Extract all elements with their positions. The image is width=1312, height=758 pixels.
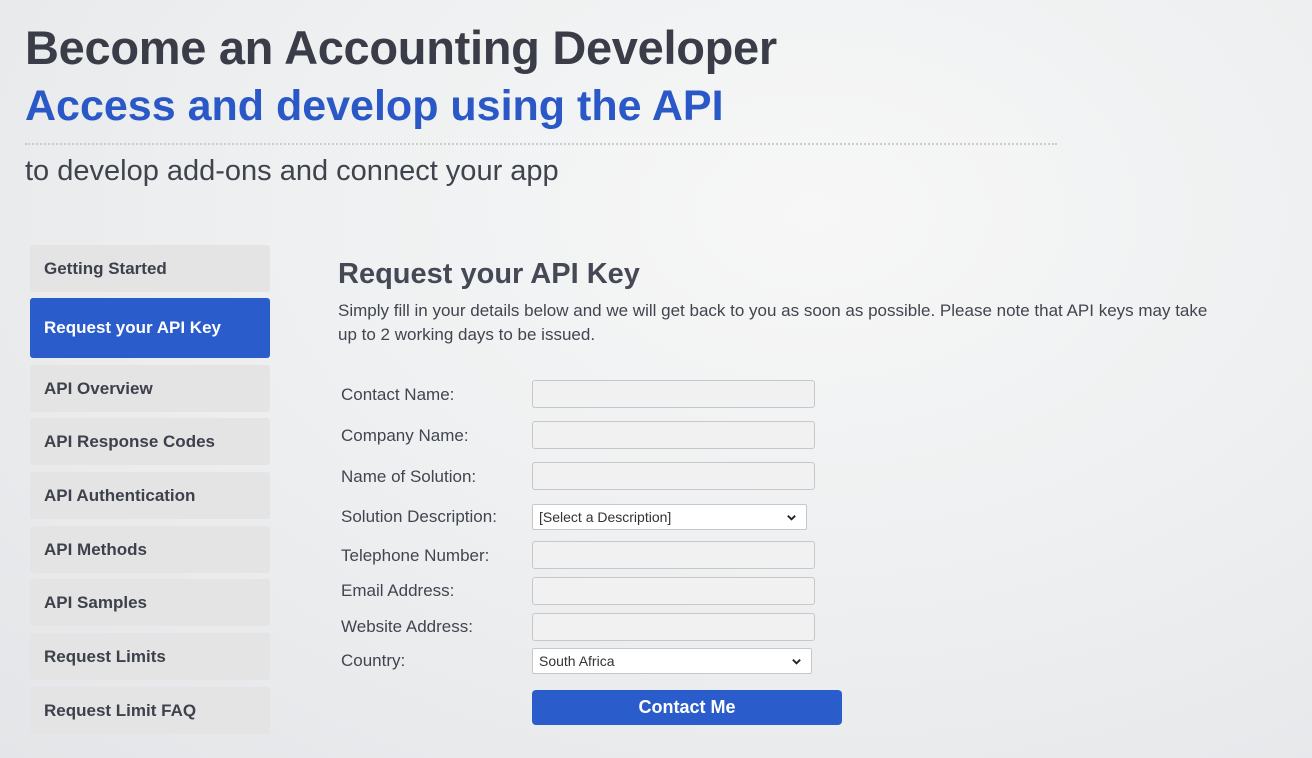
sidebar-item-request-api-key[interactable]: Request your API Key	[30, 298, 270, 358]
solution-description-label: Solution Description:	[341, 507, 497, 526]
chevron-down-icon	[792, 659, 801, 665]
company-name-label: Company Name:	[341, 426, 469, 445]
telephone-label: Telephone Number:	[341, 546, 490, 565]
sidebar-item-label: API Samples	[44, 592, 147, 612]
email-input[interactable]	[532, 577, 815, 605]
section-description: Simply fill in your details below and we…	[338, 301, 1208, 344]
telephone-input[interactable]	[532, 541, 815, 569]
page-tagline: to develop add-ons and connect your app	[25, 155, 559, 187]
sidebar-item-label: Request Limits	[44, 646, 166, 666]
solution-name-label: Name of Solution:	[341, 467, 477, 486]
sidebar-item-request-limits[interactable]: Request Limits	[30, 633, 270, 680]
section-title: Request your API Key	[338, 258, 640, 290]
solution-description-select[interactable]: [Select a Description]	[532, 504, 807, 530]
sidebar-item-label: Getting Started	[44, 258, 167, 278]
website-label: Website Address:	[341, 617, 473, 636]
country-label: Country:	[341, 651, 406, 670]
contact-name-input[interactable]	[532, 380, 815, 408]
sidebar-item-api-authentication[interactable]: API Authentication	[30, 472, 270, 519]
sidebar-item-label: API Authentication	[44, 485, 196, 505]
sidebar-item-api-methods[interactable]: API Methods	[30, 526, 270, 573]
content-section: Request your API Key Simply fill in your…	[338, 255, 1238, 347]
sidebar-item-label: Request your API Key	[44, 318, 221, 337]
website-input[interactable]	[532, 613, 815, 641]
hero-divider	[25, 143, 1057, 145]
page-subtitle: Access and develop using the API	[25, 82, 724, 130]
contact-me-button[interactable]: Contact Me	[532, 690, 842, 725]
email-label: Email Address:	[341, 581, 455, 600]
sidebar-item-label: API Methods	[44, 539, 147, 559]
contact-name-label: Contact Name:	[341, 385, 455, 404]
sidebar-item-api-response-codes[interactable]: API Response Codes	[30, 418, 270, 465]
sidebar-item-label: API Overview	[44, 378, 153, 398]
sidebar-item-request-limit-faq[interactable]: Request Limit FAQ	[30, 687, 270, 734]
sidebar-item-api-samples[interactable]: API Samples	[30, 579, 270, 626]
sidebar-item-label: Request Limit FAQ	[44, 700, 197, 720]
chevron-down-icon	[787, 515, 796, 521]
company-name-input[interactable]	[532, 421, 815, 449]
sidebar-item-getting-started[interactable]: Getting Started	[30, 245, 270, 292]
country-select[interactable]: South Africa	[532, 648, 812, 674]
sidebar-item-api-overview[interactable]: API Overview	[30, 365, 270, 412]
select-value: [Select a Description]	[539, 509, 672, 525]
select-value: South Africa	[539, 653, 615, 669]
sidebar-item-label: API Response Codes	[44, 431, 215, 451]
page-title: Become an Accounting Developer	[25, 21, 777, 74]
solution-name-input[interactable]	[532, 462, 815, 490]
